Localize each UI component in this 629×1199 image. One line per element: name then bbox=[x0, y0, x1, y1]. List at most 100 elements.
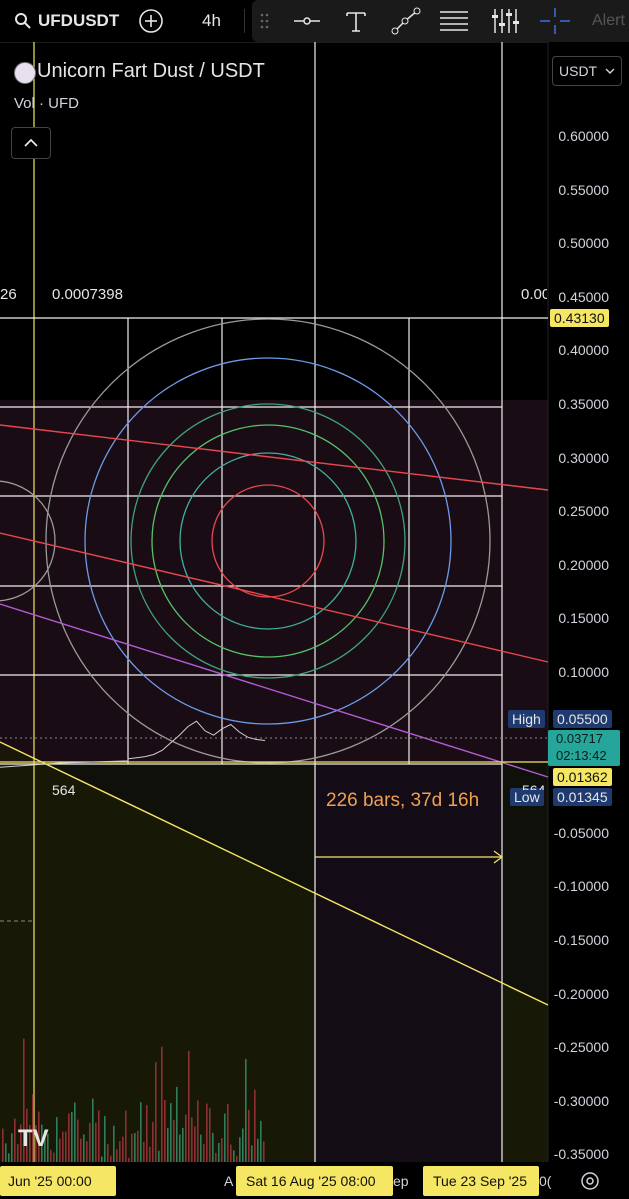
alert-button[interactable]: Alert bbox=[592, 0, 625, 42]
price-axis-tick: 0.10000 bbox=[558, 664, 609, 680]
high-value: 0.05500 bbox=[553, 710, 612, 728]
volume-bar bbox=[176, 1086, 178, 1162]
horizontal-line-icon[interactable] bbox=[292, 0, 322, 42]
symbol-icon bbox=[14, 0, 32, 42]
volume-bar bbox=[110, 1155, 112, 1162]
volume-bar bbox=[62, 1131, 64, 1162]
volume-bar bbox=[5, 1143, 7, 1162]
high-label: High bbox=[508, 710, 545, 728]
fib-value-right: 0.00 bbox=[521, 286, 547, 303]
date-range-fill bbox=[315, 762, 502, 1162]
volume-bar bbox=[107, 1144, 109, 1162]
level-value-tag: 0.01362 bbox=[553, 768, 612, 786]
chart-canvas[interactable]: TV Jun '25 00:00 Sat 16 Aug '25 08:00 Tu… bbox=[0, 42, 629, 1199]
volume-bar bbox=[209, 1108, 211, 1162]
volume-bar bbox=[230, 1144, 232, 1162]
crosshair-icon[interactable] bbox=[538, 0, 572, 42]
volume-bar bbox=[116, 1149, 118, 1162]
volume-bar bbox=[218, 1142, 220, 1162]
interval-button[interactable]: 4h bbox=[202, 0, 221, 42]
price-axis-tick: -0.20000 bbox=[553, 985, 609, 1002]
volume-bar bbox=[212, 1132, 214, 1162]
volume-bar bbox=[113, 1125, 115, 1162]
price-axis-tick: 0.25000 bbox=[558, 503, 609, 520]
volume-bar bbox=[92, 1098, 94, 1162]
volume-bar bbox=[101, 1156, 103, 1162]
volume-bar bbox=[215, 1152, 217, 1162]
symbol-logo-icon bbox=[14, 62, 36, 84]
volume-bar bbox=[242, 1128, 244, 1162]
volume-bar bbox=[86, 1141, 88, 1162]
toolbar-divider bbox=[244, 9, 245, 33]
volume-bar bbox=[74, 1102, 76, 1162]
low-label: Low bbox=[510, 788, 544, 806]
volume-bar bbox=[155, 1062, 157, 1162]
price-axis-tick: 0.40000 bbox=[558, 342, 609, 359]
price-axis-tick: 0.20000 bbox=[558, 556, 609, 573]
volume-bar bbox=[197, 1100, 199, 1162]
volume-bar bbox=[158, 1150, 160, 1162]
volume-bar bbox=[128, 1157, 130, 1162]
symbol-button[interactable]: UFDUSDT bbox=[38, 0, 119, 42]
text-tool-icon[interactable] bbox=[344, 0, 368, 42]
volume-bar bbox=[245, 1058, 247, 1162]
settings-sliders-icon[interactable] bbox=[490, 0, 520, 42]
time-label-right: 0( bbox=[539, 1173, 552, 1189]
volume-bar bbox=[239, 1137, 241, 1162]
volume-bar bbox=[125, 1110, 127, 1162]
volume-bar bbox=[263, 1141, 265, 1162]
volume-bar bbox=[236, 1156, 238, 1162]
add-symbol-icon[interactable] bbox=[138, 0, 164, 42]
volume-bar bbox=[14, 1118, 16, 1162]
logo-text: TV bbox=[18, 1125, 49, 1152]
volume-bar bbox=[203, 1144, 205, 1162]
volume-bar bbox=[134, 1133, 136, 1162]
top-toolbar: UFDUSDT 4h Alert bbox=[0, 0, 629, 43]
volume-bar bbox=[53, 1152, 55, 1162]
volume-bar bbox=[224, 1113, 226, 1162]
last-price-tag: 0.03717 02:13:42 bbox=[548, 730, 620, 766]
volume-bar bbox=[131, 1133, 133, 1162]
volume-bar bbox=[119, 1141, 121, 1162]
trend-line-icon[interactable] bbox=[391, 0, 421, 42]
volume-bar bbox=[149, 1146, 151, 1162]
volume-bar bbox=[191, 1117, 193, 1162]
volume-bar bbox=[251, 1145, 253, 1162]
volume-bar bbox=[68, 1113, 70, 1162]
volume-bar bbox=[152, 1121, 154, 1162]
currency-select[interactable]: USDT bbox=[552, 56, 622, 86]
volume-bar bbox=[83, 1134, 85, 1162]
price-axis-tick: -0.30000 bbox=[553, 1092, 609, 1109]
volume-bar bbox=[140, 1102, 142, 1162]
volume-bar bbox=[95, 1122, 97, 1162]
volume-bar bbox=[221, 1138, 223, 1162]
volume-bar bbox=[8, 1153, 10, 1162]
collapse-legend-button[interactable] bbox=[11, 127, 51, 159]
price-axis-tick: 0.35000 bbox=[558, 396, 609, 412]
drag-handle-icon[interactable] bbox=[260, 0, 270, 42]
volume-bar bbox=[77, 1119, 79, 1162]
volume-bar bbox=[170, 1103, 172, 1162]
price-axis-tick: -0.15000 bbox=[553, 932, 609, 948]
price-axis-tick: 0.15000 bbox=[558, 610, 609, 627]
low-value: 0.01345 bbox=[553, 788, 612, 806]
volume-bar bbox=[182, 1127, 184, 1162]
time-label-a: A bbox=[224, 1173, 234, 1189]
time-label-left: Jun '25 00:00 bbox=[8, 1173, 92, 1189]
volume-bar bbox=[98, 1110, 100, 1162]
volume-bar bbox=[248, 1109, 250, 1162]
fib-left-cut: 26 bbox=[0, 286, 17, 303]
volume-bar bbox=[161, 1046, 163, 1162]
volume-bar bbox=[227, 1103, 229, 1162]
volume-bar bbox=[80, 1138, 82, 1162]
point-label-right: 564 bbox=[522, 782, 546, 790]
volume-bar bbox=[71, 1112, 73, 1162]
volume-bar bbox=[179, 1134, 181, 1162]
volume-bar bbox=[200, 1134, 202, 1162]
fib-lines-icon[interactable] bbox=[438, 0, 470, 42]
time-label-sat: Sat 16 Aug '25 08:00 bbox=[246, 1173, 376, 1189]
point-label: 564 bbox=[52, 782, 76, 798]
chart-region-shade bbox=[0, 400, 548, 770]
date-range-label: 226 bars, 37d 16h bbox=[326, 790, 480, 811]
price-axis-tick: -0.10000 bbox=[553, 878, 609, 895]
